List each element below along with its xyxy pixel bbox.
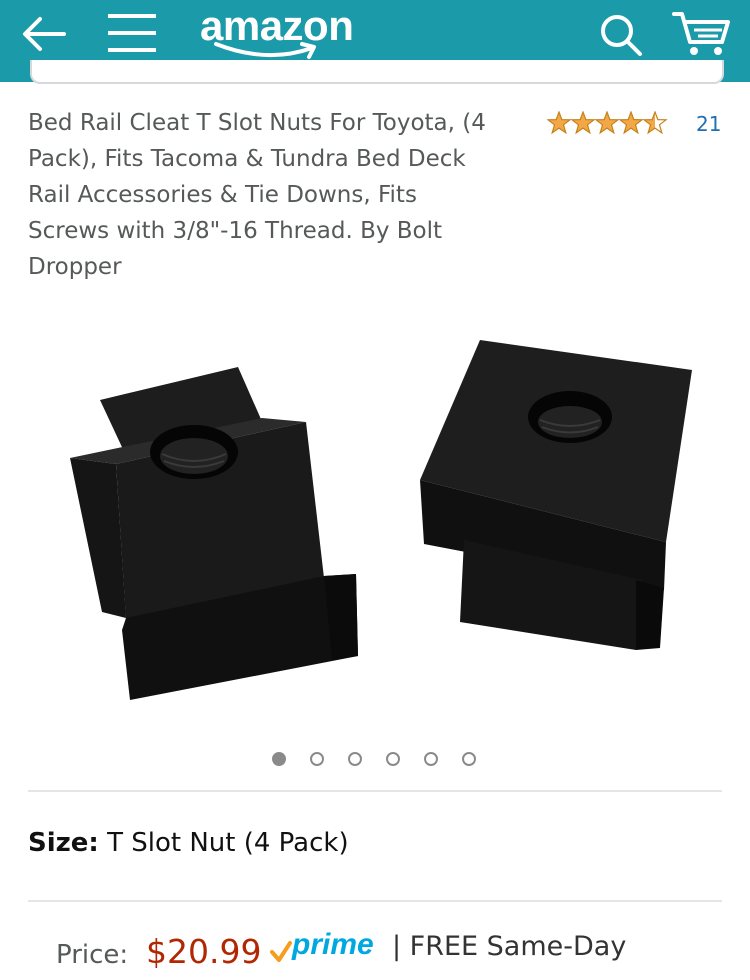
half-star-icon <box>642 111 668 135</box>
right-t-slot-nut <box>420 340 692 650</box>
shipping-text: | FREE Same-Day <box>392 931 627 962</box>
star-icon <box>618 111 644 135</box>
star-icon <box>547 111 572 135</box>
price-value: $20.99 <box>146 932 262 971</box>
carousel-dot[interactable] <box>462 752 476 766</box>
arrow-left-icon[interactable] <box>20 14 68 54</box>
carousel-dot[interactable] <box>310 752 324 766</box>
hamburger-menu-icon[interactable] <box>108 12 156 54</box>
product-image[interactable] <box>60 330 700 710</box>
cart-icon[interactable] <box>672 10 732 58</box>
divider <box>28 900 722 902</box>
size-label: Size: <box>28 828 99 858</box>
size-value: T Slot Nut (4 Pack) <box>107 828 349 858</box>
left-t-slot-nut <box>70 367 358 700</box>
smile-arrow-icon <box>214 42 316 59</box>
rating-count-link[interactable]: 21 <box>696 112 721 136</box>
prime-text: prime <box>292 928 374 961</box>
size-selector[interactable]: Size: T Slot Nut (4 Pack) <box>28 828 349 858</box>
carousel-dot[interactable] <box>272 752 286 766</box>
search-icon[interactable] <box>598 12 644 58</box>
price-label: Price: <box>56 940 129 970</box>
product-title: Bed Rail Cleat T Slot Nuts For Toyota, (… <box>28 110 486 280</box>
prime-check-icon <box>270 941 292 962</box>
search-bar-edge[interactable] <box>30 60 724 84</box>
star-icon <box>594 111 620 135</box>
carousel-dot[interactable] <box>386 752 400 766</box>
divider <box>28 790 722 792</box>
carousel-dot[interactable] <box>424 752 438 766</box>
star-icon <box>570 111 596 135</box>
carousel-dot[interactable] <box>348 752 362 766</box>
star-rating[interactable] <box>547 111 669 135</box>
